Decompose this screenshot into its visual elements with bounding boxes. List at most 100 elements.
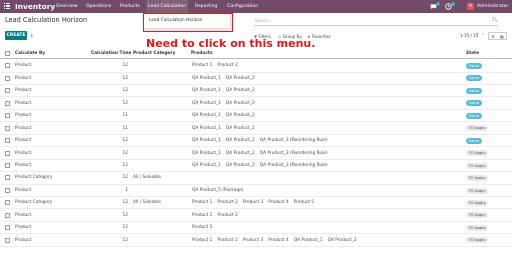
row-checkbox[interactable] [5, 100, 10, 106]
cell-products: Product 1 Product 2 Product 3 Product 4 Prod… [191, 200, 318, 205]
create-button[interactable]: CREATE [5, 31, 27, 40]
state-badge: Done [466, 137, 482, 144]
table-row[interactable]: Product 1 QA Product_5 (Package) TO Apply [0, 185, 512, 197]
product-tag: QA Product_1 [192, 125, 221, 131]
table-row[interactable]: Product 12 QA Product_1 QA Product_2 Done [0, 97, 512, 110]
menu-overview[interactable]: Overview [56, 4, 78, 9]
table-row[interactable]: Product 12 QA Product_1 QA Product_2 QA Prod… [0, 147, 512, 160]
table-row[interactable]: Product 12 QA Product_1 QA Product_2 QA Prod… [0, 160, 512, 173]
kanban-icon[interactable]: ▦ [500, 34, 504, 39]
search-input[interactable]: Search... 🔍︎ [254, 17, 498, 26]
product-tag: Product 2 [217, 237, 238, 243]
list-icon[interactable]: ☰ [491, 34, 495, 39]
magnifier-icon[interactable]: 🔍︎ [492, 18, 498, 23]
row-checkbox[interactable] [5, 138, 10, 144]
select-all-checkbox[interactable] [5, 51, 10, 56]
column-calculation-time[interactable]: Calculation Time [91, 51, 131, 56]
product-tag: Product 1 [192, 63, 213, 69]
product-tag: QA Product_1 [192, 75, 221, 81]
row-checkbox[interactable] [5, 200, 10, 206]
state-badge: TO Apply [466, 175, 488, 182]
row-checkbox[interactable] [5, 150, 10, 156]
cell-products: Product 1 Product 2 [191, 63, 242, 68]
product-tag: Product 1 [192, 200, 213, 206]
pager-previous-icon[interactable]: ‹ [476, 32, 478, 37]
table-row[interactable]: Product 12 Product 1 Product 2 TO Apply [0, 209, 512, 222]
cell-products: QA Product_1 QA Product_2 [191, 126, 259, 131]
cell-products: QA Product_5 (Package) [191, 188, 247, 193]
state-badge: TO Apply [466, 224, 488, 231]
apps-grid-icon[interactable] [4, 3, 10, 9]
table-row[interactable]: Product Category 12 All / Saleable TO Apply [0, 172, 512, 185]
menu-products[interactable]: Products [120, 4, 140, 9]
product-tag: QA Product_1 [192, 100, 221, 106]
table-row[interactable]: Product 12 Product 2 TO Apply [0, 222, 512, 235]
table-row[interactable]: Product Category 12 All / Saleable Product … [0, 197, 512, 210]
row-checkbox[interactable] [5, 212, 10, 218]
cell-calculate-by: Product [15, 237, 32, 243]
state-badge: Done [466, 100, 482, 107]
clock-icon[interactable]: 1 [445, 1, 455, 12]
product-tag: QA Product_2 [225, 138, 255, 144]
column-calculate-by[interactable]: Calculate By [15, 51, 45, 56]
product-tag: QA Product_2 [225, 75, 255, 81]
row-checkbox[interactable] [5, 63, 10, 69]
cell-calculation-time: 12 [122, 212, 128, 218]
table-row[interactable]: Product 12 QA Product_1 QA Product_2 Done [0, 85, 512, 98]
top-navbar: Inventory Overview Operations Products L… [0, 0, 512, 13]
highlight-box [143, 13, 233, 32]
state-badge: TO Apply [466, 187, 488, 194]
state-badge: TO Apply [466, 237, 488, 244]
product-tag: QA Product_2 [225, 150, 255, 156]
menu-operations[interactable]: Operations [86, 4, 111, 9]
row-checkbox[interactable] [5, 113, 10, 119]
product-tag: Product 5 [293, 200, 315, 206]
product-tag: Product 2 [217, 63, 238, 69]
column-state[interactable]: State [466, 51, 479, 56]
table-row[interactable]: Product 12 QA Product_1 QA Product_2 QA Prod… [0, 135, 512, 148]
row-checkbox[interactable] [5, 175, 10, 181]
table-row[interactable]: Product 11 QA Product_1 QA Product_2 TO Appl… [0, 122, 512, 135]
row-checkbox[interactable] [5, 125, 10, 131]
cell-product-category: All / Saleable [133, 175, 161, 181]
cell-calculate-by: Product [15, 100, 32, 106]
menu-reporting[interactable]: Reporting [195, 4, 217, 9]
row-checkbox[interactable] [5, 162, 10, 168]
table-row[interactable]: Product 11 QA Product_1 QA Product_2 Done [0, 110, 512, 123]
product-tag: QA Product_1 [192, 162, 221, 168]
cell-products: QA Product_1 QA Product_2 [191, 101, 259, 106]
row-checkbox[interactable] [5, 88, 10, 94]
column-product-category[interactable]: Product Category [133, 51, 175, 56]
cell-products: Product 1 Product 2 [191, 213, 242, 218]
cell-calculate-by: Product Category [15, 200, 53, 206]
download-icon[interactable]: ⭳ [31, 32, 33, 41]
product-tag: QA Product_3 (Reordering Rule) [259, 138, 328, 144]
product-tag: QA Product_3 (Reordering Rule) [259, 150, 328, 156]
column-products[interactable]: Products [191, 51, 213, 56]
row-checkbox[interactable] [5, 75, 10, 81]
table-row[interactable]: Product 12 Product 1 Product 2 Product 3 Prod… [0, 234, 512, 247]
pager-next-icon[interactable]: › [482, 32, 484, 37]
cell-products: QA Product_1 QA Product_2 [191, 88, 259, 93]
user-name[interactable]: Administrator [477, 4, 508, 9]
table-row[interactable]: Product 12 Product 1 Product 2 Done [0, 60, 512, 73]
product-tag: QA Product_1 [192, 88, 221, 94]
app-brand[interactable]: Inventory [15, 2, 55, 11]
table-row[interactable]: Product 12 QA Product_1 QA Product_2 Done [0, 72, 512, 85]
cell-calculation-time: 12 [122, 88, 128, 94]
chat-icon[interactable]: 2 [430, 1, 440, 12]
row-checkbox[interactable] [5, 225, 10, 231]
cell-calculation-time: 12 [122, 63, 128, 69]
cell-products: Product 1 Product 2 Product 3 Product 4 QA P… [191, 238, 360, 243]
product-tag: QA Product_1 [192, 113, 221, 119]
product-tag: QA Product_2 [225, 100, 255, 106]
menu-configuration[interactable]: Configuration [227, 4, 258, 9]
cell-calculation-time: 11 [122, 125, 128, 131]
page-title: Lead Calculation Horizon [5, 16, 88, 24]
instruction-annotation: Need to click on this menu. [146, 37, 316, 50]
row-checkbox[interactable] [5, 187, 10, 193]
menu-lead-calculation[interactable]: Lead Calculation [146, 0, 189, 13]
user-avatar[interactable]: A [467, 3, 474, 10]
product-tag: Product 1 [192, 212, 213, 218]
row-checkbox[interactable] [5, 237, 10, 243]
